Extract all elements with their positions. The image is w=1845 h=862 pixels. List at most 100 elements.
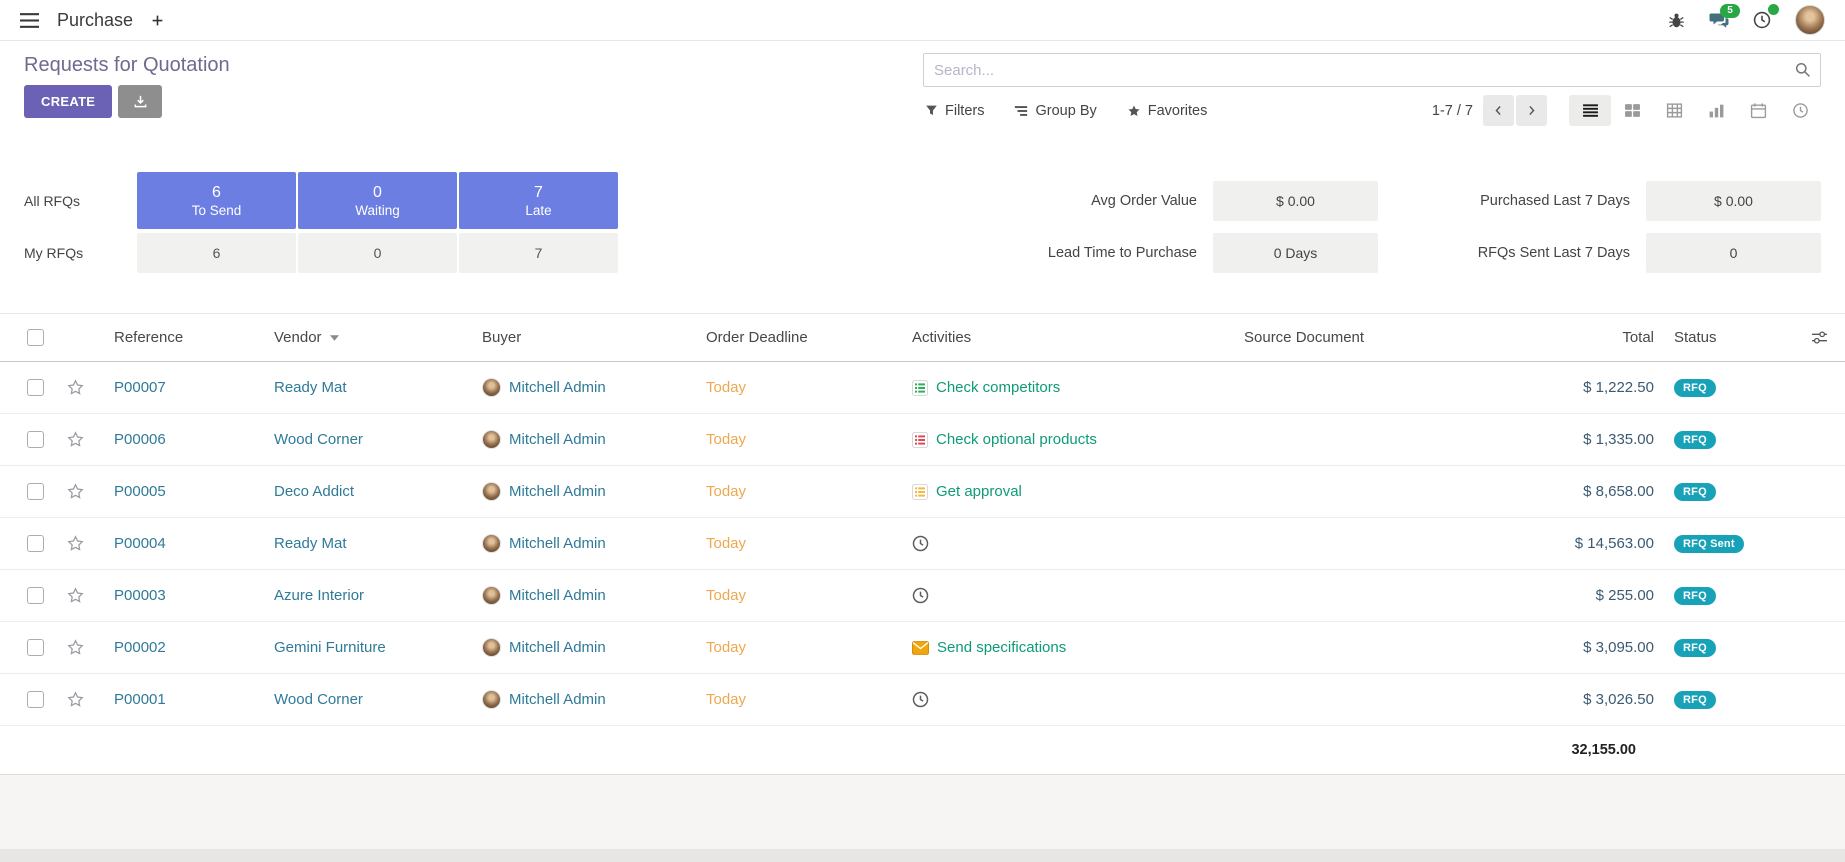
row-checkbox[interactable] [27,483,44,500]
favorite-star-icon[interactable] [66,482,85,501]
reference-link[interactable]: P00005 [114,483,166,500]
favorite-star-icon[interactable] [66,586,85,605]
vendor-link[interactable]: Wood Corner [274,431,363,448]
table-row[interactable]: P00002 Gemini Furniture Mitchell Admin T… [0,622,1845,674]
pager-previous-button[interactable] [1483,95,1514,126]
activity-clock-icon[interactable] [912,535,929,552]
filters-button[interactable]: Filters [923,99,986,123]
favorite-star-icon[interactable] [66,638,85,657]
buyer-link[interactable]: Mitchell Admin [509,379,606,396]
pivot-view-button[interactable] [1653,95,1695,126]
column-header-source[interactable]: Source Document [1228,314,1483,361]
vendor-link[interactable]: Ready Mat [274,535,347,552]
buyer-link[interactable]: Mitchell Admin [509,483,606,500]
list-view-button[interactable] [1569,95,1611,126]
activity-list-icon[interactable] [912,484,928,500]
select-all-checkbox[interactable] [27,329,44,346]
buyer-link[interactable]: Mitchell Admin [509,639,606,656]
debug-button[interactable] [1664,8,1689,33]
table-row[interactable]: P00004 Ready Mat Mitchell Admin Today $ … [0,518,1845,570]
column-header-deadline[interactable]: Order Deadline [690,314,896,361]
user-menu-button[interactable] [1791,1,1829,39]
kpi-late[interactable]: 7 Late [459,172,618,229]
row-checkbox[interactable] [27,379,44,396]
buyer-link[interactable]: Mitchell Admin [509,535,606,552]
dashboard-stats: Avg Order Value $ 0.00 Purchased Last 7 … [997,172,1821,273]
table-row[interactable]: P00006 Wood Corner Mitchell Admin Today … [0,414,1845,466]
vendor-link[interactable]: Azure Interior [274,587,364,604]
menu-button[interactable] [16,9,43,32]
reference-link[interactable]: P00006 [114,431,166,448]
favorite-star-icon[interactable] [66,534,85,553]
activity-view-button[interactable] [1779,95,1821,126]
activity-clock-icon[interactable] [912,587,929,604]
reference-link[interactable]: P00003 [114,587,166,604]
download-button[interactable] [118,85,162,118]
favorite-star-icon[interactable] [66,378,85,397]
favorites-button[interactable]: Favorites [1125,99,1210,123]
download-icon [133,94,148,109]
kpi-waiting[interactable]: 0 Waiting [298,172,457,229]
top-navbar: Purchase 5 [0,0,1845,41]
messages-button[interactable]: 5 [1705,8,1733,33]
buyer-link[interactable]: Mitchell Admin [509,587,606,604]
column-header-vendor[interactable]: Vendor [258,314,466,361]
reference-link[interactable]: P00004 [114,535,166,552]
search-icon[interactable] [1795,62,1811,78]
activity-list-icon[interactable] [912,380,928,396]
table-row[interactable]: P00007 Ready Mat Mitchell Admin Today Ch… [0,362,1845,414]
table-row[interactable]: P00003 Azure Interior Mitchell Admin Tod… [0,570,1845,622]
kpi-to-send[interactable]: 6 To Send [137,172,296,229]
row-checkbox[interactable] [27,587,44,604]
group-by-button[interactable]: Group By [1012,99,1098,123]
row-checkbox[interactable] [27,535,44,552]
vendor-link[interactable]: Ready Mat [274,379,347,396]
column-header-buyer[interactable]: Buyer [466,314,690,361]
row-checkbox[interactable] [27,639,44,656]
activity-link[interactable]: Check competitors [936,379,1060,396]
buyer-link[interactable]: Mitchell Admin [509,431,606,448]
create-button[interactable]: CREATE [24,85,112,118]
row-checkbox[interactable] [27,691,44,708]
activity-link[interactable]: Check optional products [936,431,1097,448]
column-header-activities[interactable]: Activities [896,314,1228,361]
graph-view-button[interactable] [1695,95,1737,126]
table-row[interactable]: P00001 Wood Corner Mitchell Admin Today … [0,674,1845,726]
calendar-view-button[interactable] [1737,95,1779,126]
kpi-my-waiting[interactable]: 0 [298,233,457,273]
table-row[interactable]: P00005 Deco Addict Mitchell Admin Today … [0,466,1845,518]
vendor-link[interactable]: Deco Addict [274,483,354,500]
favorite-star-icon[interactable] [66,690,85,709]
favorite-star-icon[interactable] [66,430,85,449]
reference-link[interactable]: P00007 [114,379,166,396]
column-header-reference[interactable]: Reference [98,314,258,361]
activities-button[interactable] [1749,7,1775,33]
row-checkbox[interactable] [27,431,44,448]
vendor-link[interactable]: Wood Corner [274,691,363,708]
table-footer-row: 32,155.00 [0,726,1845,775]
column-header-total[interactable]: Total [1483,314,1668,361]
reference-link[interactable]: P00002 [114,639,166,656]
buyer-avatar [482,690,501,709]
column-header-status[interactable]: Status [1668,314,1793,361]
activity-envelope-icon[interactable] [912,641,929,655]
kanban-view-button[interactable] [1611,95,1653,126]
status-badge: RFQ [1674,639,1716,657]
pager: 1-7 / 7 [1432,95,1547,126]
kpi-my-to-send[interactable]: 6 [137,233,296,273]
activity-link[interactable]: Get approval [936,483,1022,500]
favorites-star-icon [1127,104,1141,118]
reference-link[interactable]: P00001 [114,691,166,708]
search-input[interactable] [924,54,1820,86]
kpi-my-late[interactable]: 7 [459,233,618,273]
vendor-link[interactable]: Gemini Furniture [274,639,386,656]
activity-link[interactable]: Send specifications [937,639,1066,656]
app-name[interactable]: Purchase [57,10,133,31]
activity-clock-icon[interactable] [912,691,929,708]
optional-columns-icon[interactable] [1811,329,1828,346]
stat-value-rfqs-sent-last-7-days: 0 [1646,233,1821,273]
buyer-link[interactable]: Mitchell Admin [509,691,606,708]
activity-list-icon[interactable] [912,432,928,448]
pager-next-button[interactable] [1516,95,1547,126]
new-tab-button[interactable] [147,10,168,31]
